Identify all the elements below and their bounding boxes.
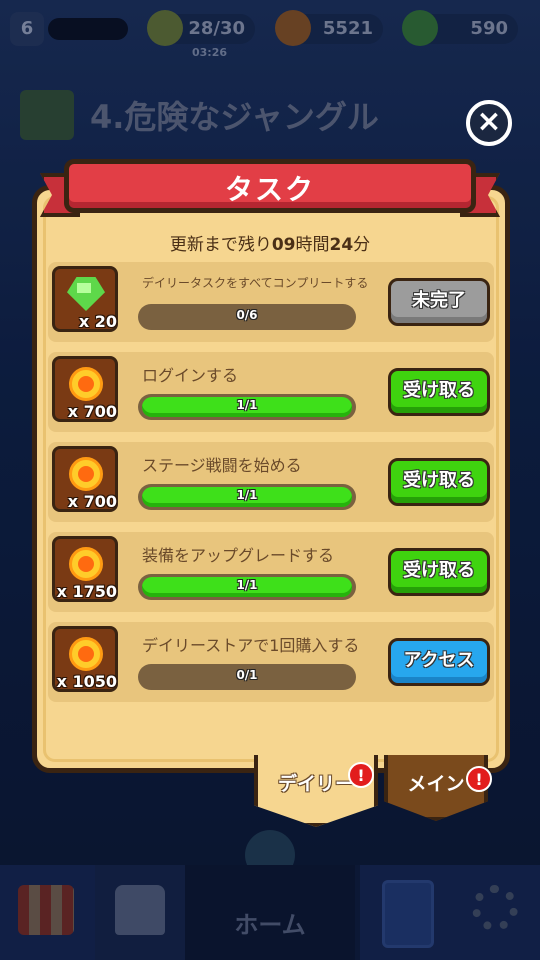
coin-icon bbox=[69, 367, 103, 401]
task-claim-button[interactable]: 受け取る bbox=[388, 368, 490, 416]
reward-quantity: x 20 bbox=[78, 312, 117, 331]
task-row: x 20 デイリータスクをすべてコンプリートする 0/6 未完了 bbox=[48, 262, 494, 342]
reward-icon-box: x 20 bbox=[52, 266, 118, 332]
coin-icon bbox=[69, 457, 103, 491]
task-label: デイリータスクをすべてコンプリートする bbox=[142, 276, 369, 290]
close-button[interactable]: × bbox=[466, 100, 512, 146]
task-row: x 1750 装備をアップグレードする 1/1 受け取る bbox=[48, 532, 494, 612]
dialog-banner: タスク bbox=[40, 155, 500, 225]
coin-icon bbox=[69, 547, 103, 581]
task-progress-bar: 1/1 bbox=[138, 484, 356, 510]
task-row: x 700 ステージ戦闘を始める 1/1 受け取る bbox=[48, 442, 494, 522]
banner-plate: タスク bbox=[64, 159, 476, 213]
task-row: x 1050 デイリーストアで1回購入する 0/1 アクセス bbox=[48, 622, 494, 702]
gem-icon bbox=[67, 277, 105, 311]
reward-quantity: x 700 bbox=[67, 402, 117, 421]
task-progress-bar: 0/1 bbox=[138, 664, 356, 690]
task-label: 装備をアップグレードする bbox=[142, 546, 335, 565]
task-progress-bar: 1/1 bbox=[138, 574, 356, 600]
task-progress-text: 1/1 bbox=[236, 398, 258, 412]
reward-icon-box: x 700 bbox=[52, 446, 118, 512]
notification-badge-icon: ! bbox=[466, 766, 492, 792]
reward-icon-box: x 700 bbox=[52, 356, 118, 422]
task-access-button[interactable]: アクセス bbox=[388, 638, 490, 686]
task-label: ステージ戦闘を始める bbox=[142, 456, 302, 475]
reward-icon-box: x 1050 bbox=[52, 626, 118, 692]
task-row: x 700 ログインする 1/1 受け取る bbox=[48, 352, 494, 432]
task-label: ログインする bbox=[142, 366, 239, 385]
close-icon: × bbox=[476, 104, 502, 139]
refresh-minutes: 24 bbox=[329, 235, 354, 255]
coin-icon bbox=[69, 637, 103, 671]
reward-quantity: x 700 bbox=[67, 492, 117, 511]
task-claim-button[interactable]: 受け取る bbox=[388, 548, 490, 596]
notification-badge-icon: ! bbox=[348, 762, 374, 788]
refresh-hours-unit: 時間 bbox=[295, 235, 330, 255]
dialog-title: タスク bbox=[224, 173, 315, 206]
refresh-minutes-unit: 分 bbox=[353, 235, 371, 255]
refresh-prefix: 更新まで残り bbox=[169, 235, 272, 255]
task-progress-bar: 0/6 bbox=[138, 304, 356, 330]
task-progress-text: 1/1 bbox=[236, 578, 258, 592]
task-progress-text: 1/1 bbox=[236, 488, 258, 502]
task-claim-button[interactable]: 受け取る bbox=[388, 458, 490, 506]
task-progress-text: 0/1 bbox=[236, 668, 258, 682]
task-label: デイリーストアで1回購入する bbox=[142, 636, 360, 655]
refresh-hours: 09 bbox=[271, 235, 296, 255]
task-progress-bar: 1/1 bbox=[138, 394, 356, 420]
task-progress-text: 0/6 bbox=[236, 308, 258, 322]
refresh-timer: 更新まで残り09時間24分 bbox=[0, 230, 540, 255]
reward-icon-box: x 1750 bbox=[52, 536, 118, 602]
task-incomplete-button[interactable]: 未完了 bbox=[388, 278, 490, 326]
reward-quantity: x 1050 bbox=[56, 672, 117, 691]
reward-quantity: x 1750 bbox=[56, 582, 117, 601]
